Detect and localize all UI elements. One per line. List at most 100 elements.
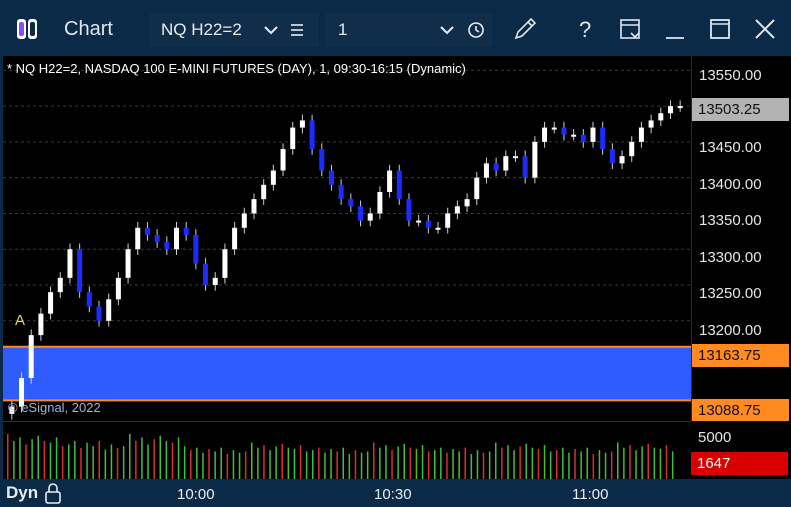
volume-bar [495,442,497,480]
candle-body [396,170,402,200]
volume-bar [299,445,302,480]
candle-body [309,120,315,150]
candlestick-plot[interactable] [3,56,691,421]
volume-bar [482,452,485,480]
draw-pencil-icon[interactable] [510,14,540,44]
volume-bar [202,452,204,480]
svg-text:?: ? [579,17,591,42]
maximize-icon[interactable] [705,14,735,44]
candle-body [513,156,518,159]
candle-body [667,106,673,114]
candle-body [241,213,247,228]
volume-bar [122,446,125,480]
volume-chart[interactable] [3,421,691,480]
candle-body [551,127,557,130]
price-zone [3,346,691,401]
volume-bar [104,449,107,480]
volume-bar [342,447,344,480]
candle-body [658,113,664,121]
symbol-value: NQ H22=2 [161,20,242,39]
help-icon[interactable]: ? [570,14,600,44]
candle-body [629,141,635,157]
candle-body [464,199,470,207]
volume-bar [415,448,418,480]
candle-body [348,199,354,207]
lock-icon[interactable] [44,482,62,504]
volume-bar [55,437,58,480]
price-axis-label: 13250.00 [699,285,762,302]
symbol-selector[interactable]: NQ H22=2 [150,14,318,46]
volume-bar [464,447,466,480]
minimize-icon[interactable] [660,14,690,44]
volume-bar [281,443,283,480]
volume-bar [507,445,509,480]
volume-bar [592,454,595,480]
volume-bar [80,447,82,480]
volume-bar [238,452,241,480]
volume-bar [629,445,631,480]
candle-body [493,163,499,171]
volume-bar [635,450,637,480]
time-axis-label: 11:00 [572,486,609,503]
volume-bar [244,451,247,480]
dynamic-mode-label[interactable]: Dyn [6,483,38,503]
candle-body [425,220,431,228]
list-menu-icon[interactable] [289,22,305,38]
page-settings-icon[interactable] [616,14,646,44]
candle-body [193,234,199,264]
volume-bar [49,442,52,480]
candle-body [261,184,267,200]
volume-bar [226,454,229,480]
time-axis-label: 10:00 [177,486,215,503]
volume-bar [251,442,253,480]
app-logo-icon [17,19,37,39]
volume-bar [263,445,265,480]
candle-body [387,170,393,192]
candle-body [319,149,325,171]
candle-body [358,206,364,221]
volume-bar [519,446,521,480]
candle-body [77,249,83,293]
price-axis[interactable]: 13550.00 13503.25 13450.00 13400.00 1335… [691,56,791,422]
volume-bar [488,451,491,480]
interval-selector[interactable]: 1 [326,14,492,46]
price-axis-label: 13350.00 [699,212,762,229]
candle-body [232,227,238,250]
candle-body [280,149,286,171]
clock-icon[interactable] [467,21,485,39]
volume-bar [43,440,46,480]
price-chart[interactable]: * NQ H22=2, NASDAQ 100 E-MINI FUTURES (D… [3,56,691,421]
candle-body [600,127,606,150]
volume-bar [458,451,460,480]
volume-bar [617,442,619,480]
chevron-down-icon[interactable] [263,22,279,38]
candle-body [270,170,276,185]
price-axis-label: 13400.00 [699,176,762,193]
zone-top-tag: 13163.75 [692,344,789,367]
chevron-down-icon[interactable] [439,22,455,38]
candle-body [474,177,480,200]
volume-bar [568,452,570,480]
candle-body [503,156,509,171]
candle-body [416,220,422,223]
candle-body [183,227,189,235]
volume-bar [665,445,668,480]
volume-bar [379,447,381,480]
volume-bar [190,450,192,480]
volume-bar [452,448,454,480]
volume-bar [598,450,601,480]
candle-body [648,120,654,128]
volume-bar [409,447,412,480]
volume-bar [312,450,314,480]
volume-bar [348,454,351,480]
close-icon[interactable] [750,14,780,44]
candle-body [367,213,373,221]
volume-bar [373,442,375,480]
volume-bar [421,445,424,480]
window-title: Chart [64,18,113,40]
volume-bar [543,445,546,480]
candle-body [377,191,383,214]
volume-bar [171,442,174,480]
volume-bar [74,440,76,480]
candle-body [561,127,567,135]
